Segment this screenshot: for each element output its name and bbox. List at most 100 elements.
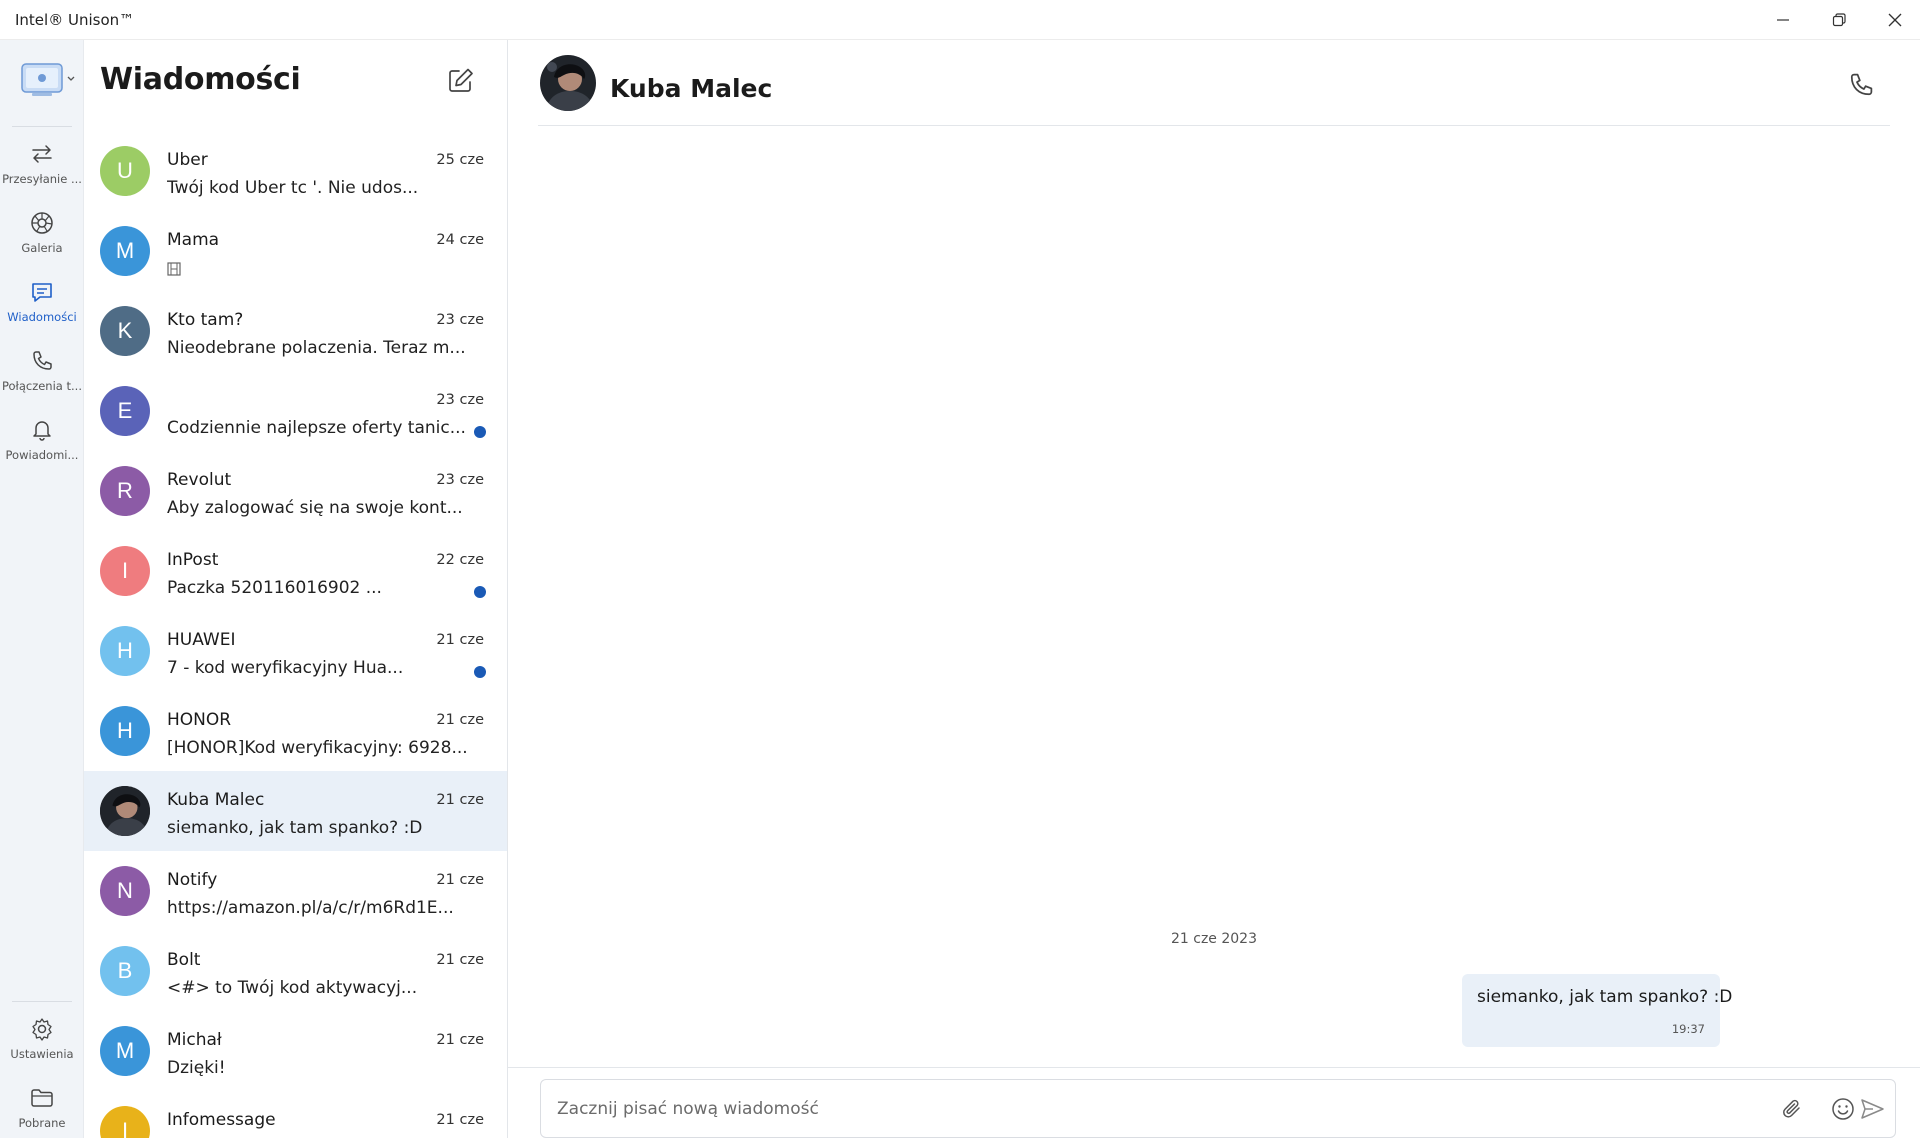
nav-item-notifications[interactable]: Powiadomi... bbox=[0, 411, 84, 473]
conversation-row[interactable]: E 23 cze Codziennie najlepsze oferty tanic… bbox=[84, 371, 507, 451]
conversation-row[interactable]: U Uber 25 cze Twój kod Uber tc '. Nie udos.… bbox=[84, 131, 507, 211]
avatar bbox=[100, 786, 150, 836]
message-date: 23 cze bbox=[436, 312, 484, 328]
unread-indicator bbox=[474, 586, 486, 598]
message-preview: siemanko, jak tam spanko? :D bbox=[167, 818, 423, 838]
nav-item-calls[interactable]: Połączenia t... bbox=[0, 342, 84, 404]
contact-name: Kto tam? bbox=[167, 310, 244, 330]
nav-item-settings[interactable]: Ustawienia bbox=[0, 1010, 84, 1072]
compose-icon bbox=[449, 68, 473, 92]
conversation-row[interactable]: M Michał 21 cze Dzięki! bbox=[84, 1011, 507, 1091]
chat-pane: Kuba Malec 21 cze 2023 siemanko, jak tam… bbox=[508, 40, 1920, 1138]
laptop-icon bbox=[21, 63, 75, 96]
app-title: Intel® Unison™ bbox=[15, 11, 135, 29]
attach-button[interactable] bbox=[1777, 1094, 1807, 1124]
folder-icon bbox=[31, 1089, 53, 1107]
conversation-row[interactable]: H HUAWEI 21 cze 7 - kod weryfikacyjny Hua.… bbox=[84, 611, 507, 691]
restore-button[interactable] bbox=[1811, 0, 1867, 40]
rail-divider bbox=[12, 126, 72, 127]
unread-indicator bbox=[474, 666, 486, 678]
message-preview: 7 - kod weryfikacyjny Hua... bbox=[167, 658, 404, 678]
contact-name: Revolut bbox=[167, 470, 232, 490]
message-preview: Aby zalogować się na swoje kont... bbox=[167, 498, 463, 518]
avatar: M bbox=[100, 1026, 150, 1076]
message-date: 24 cze bbox=[436, 232, 484, 248]
conversation-row[interactable]: I Infomessage 21 cze bbox=[84, 1091, 507, 1138]
avatar: I bbox=[100, 1106, 150, 1138]
conversation-list: Wiadomości U Uber 25 cze Twój kod Uber tc '… bbox=[84, 40, 508, 1138]
bell-icon bbox=[33, 421, 51, 441]
paperclip-icon bbox=[1783, 1099, 1800, 1118]
avatar: N bbox=[100, 866, 150, 916]
contact-name: Bolt bbox=[167, 950, 201, 970]
contact-name: Kuba Malec bbox=[167, 790, 265, 810]
contact-name: HUAWEI bbox=[167, 630, 236, 650]
message-preview: Nieodebrane polaczenia. Teraz m... bbox=[167, 338, 466, 358]
message-preview: Codziennie najlepsze oferty tanic... bbox=[167, 418, 466, 438]
rail-divider bbox=[12, 1001, 72, 1002]
conversation-rows: U Uber 25 cze Twój kod Uber tc '. Nie udos.… bbox=[84, 131, 507, 1138]
message-bubble[interactable]: siemanko, jak tam spanko? :D 19:37 bbox=[1462, 974, 1732, 1047]
nav-item-label: Pobrane bbox=[18, 1116, 66, 1130]
close-button[interactable] bbox=[1867, 0, 1920, 40]
gear-icon bbox=[32, 1018, 52, 1041]
film-icon bbox=[167, 261, 181, 280]
conversation-row[interactable]: I InPost 22 cze Paczka 520116016902 ... bbox=[84, 531, 507, 611]
nav-item-messages[interactable]: Wiadomości bbox=[0, 273, 84, 335]
avatar: H bbox=[100, 626, 150, 676]
message-preview: [HONOR]Kod weryfikacyjny: 6928... bbox=[167, 738, 467, 758]
contact-name: Kuba Malec bbox=[610, 74, 773, 103]
message-date: 21 cze bbox=[436, 1032, 484, 1048]
nav-item-label: Powiadomi... bbox=[5, 448, 79, 462]
message-date: 21 cze bbox=[436, 632, 484, 648]
message-preview: https://amazon.pl/a/c/r/m6Rd1E... bbox=[167, 898, 454, 918]
message-preview: Twój kod Uber tc '. Nie udos... bbox=[167, 178, 419, 198]
avatar: H bbox=[100, 706, 150, 756]
chat-header: Kuba Malec bbox=[538, 40, 1890, 126]
message-preview: Dzięki! bbox=[167, 1058, 226, 1078]
avatar: I bbox=[100, 546, 150, 596]
conversation-row[interactable]: Kuba Malec 21 cze siemanko, jak tam spanko… bbox=[84, 771, 507, 851]
message-input[interactable] bbox=[557, 1094, 1707, 1124]
contact-name: Mama bbox=[167, 230, 220, 250]
gallery-icon bbox=[31, 212, 53, 234]
date-separator: 21 cze 2023 bbox=[1170, 931, 1257, 947]
page-title: Wiadomości bbox=[100, 62, 301, 97]
conversation-row[interactable]: M Mama 24 cze bbox=[84, 211, 507, 291]
contact-photo bbox=[540, 55, 596, 111]
call-button[interactable] bbox=[1846, 70, 1876, 100]
chevron-down-icon bbox=[67, 76, 75, 81]
device-selector[interactable] bbox=[18, 60, 78, 100]
contact-name: HONOR bbox=[167, 710, 232, 730]
nav-item-transfer[interactable]: Przesyłanie ... bbox=[0, 135, 84, 197]
nav-item-label: Ustawienia bbox=[10, 1047, 74, 1061]
avatar: U bbox=[100, 146, 150, 196]
conversation-row[interactable]: B Bolt 21 cze <#> to Twój kod aktywacyj... bbox=[84, 931, 507, 1011]
nav-item-downloads[interactable]: Pobrane bbox=[0, 1079, 84, 1138]
avatar[interactable] bbox=[540, 55, 596, 111]
contact-name: Uber bbox=[167, 150, 208, 170]
nav-item-gallery[interactable]: Galeria bbox=[0, 204, 84, 266]
composer-divider bbox=[508, 1067, 1920, 1068]
conversation-row[interactable]: R Revolut 23 cze Aby zalogować się na swoje… bbox=[84, 451, 507, 531]
message-date: 23 cze bbox=[436, 392, 484, 408]
contact-name: Infomessage bbox=[167, 1110, 276, 1130]
conversation-row[interactable]: H HONOR 21 cze [HONOR]Kod weryfikacyjny: 69… bbox=[84, 691, 507, 771]
send-button[interactable] bbox=[1857, 1094, 1887, 1124]
title-bar: Intel® Unison™ bbox=[0, 0, 1920, 40]
message-date: 23 cze bbox=[436, 472, 484, 488]
phone-icon bbox=[33, 351, 52, 370]
message-date: 21 cze bbox=[436, 712, 484, 728]
message-text: siemanko, jak tam spanko? :D bbox=[1477, 987, 1733, 1007]
minimize-icon bbox=[1777, 19, 1789, 21]
restore-icon bbox=[1832, 13, 1846, 27]
message-composer bbox=[540, 1079, 1896, 1138]
new-message-button[interactable] bbox=[444, 64, 478, 98]
nav-item-label: Przesyłanie ... bbox=[2, 172, 82, 186]
message-date: 22 cze bbox=[436, 552, 484, 568]
send-icon bbox=[1861, 1099, 1884, 1119]
conversation-row[interactable]: K Kto tam? 23 cze Nieodebrane polaczenia. T… bbox=[84, 291, 507, 371]
conversation-row[interactable]: N Notify 21 cze https://amazon.pl/a/c/r/m6R… bbox=[84, 851, 507, 931]
contact-name: Notify bbox=[167, 870, 218, 890]
minimize-button[interactable] bbox=[1755, 0, 1811, 40]
